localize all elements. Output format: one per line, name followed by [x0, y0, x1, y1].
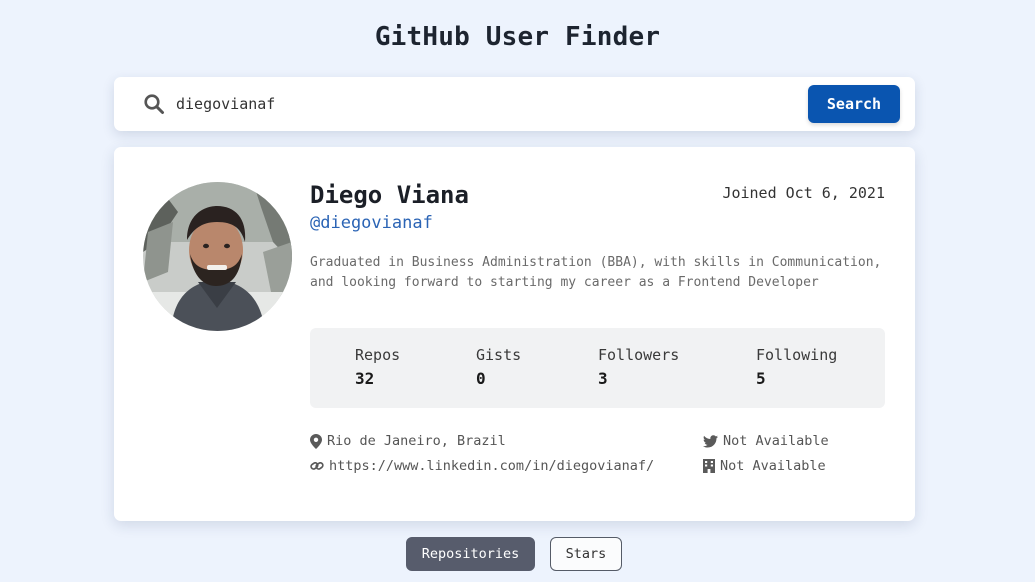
company-row: Not Available [703, 458, 826, 474]
user-bio: Graduated in Business Administration (BB… [310, 255, 882, 290]
stat-label: Gists [476, 346, 522, 364]
search-bar: Search [114, 77, 915, 131]
twitter-icon [703, 434, 718, 447]
profile-card: Diego Viana @diegovianaf Joined Oct 6, 2… [114, 147, 915, 521]
location-pin-icon [310, 433, 322, 449]
blog-link[interactable]: https://www.linkedin.com/in/diegovianaf/ [329, 458, 654, 474]
stat-following: Following 5 [756, 346, 837, 388]
stat-value: 5 [756, 369, 766, 388]
user-login-link[interactable]: @diegovianaf [310, 213, 433, 233]
avatar [143, 182, 292, 331]
tab-stars[interactable]: Stars [550, 537, 622, 571]
stat-value: 0 [476, 369, 486, 388]
twitter-row: Not Available [703, 433, 829, 449]
search-button[interactable]: Search [808, 85, 900, 123]
stat-label: Following [756, 346, 838, 364]
twitter-text: Not Available [723, 433, 829, 449]
user-name: Diego Viana [310, 181, 469, 209]
joined-date: Joined Oct 6, 2021 [722, 184, 885, 202]
stat-label: Followers [598, 346, 680, 364]
stat-repos: Repos 32 [355, 346, 400, 388]
building-icon [703, 459, 715, 473]
stats-panel: Repos 32 Gists 0 Followers 3 Following 5 [310, 328, 885, 408]
stat-followers: Followers 3 [598, 346, 679, 388]
link-icon [310, 461, 324, 470]
stat-label: Repos [355, 346, 401, 364]
app-title: GitHub User Finder [374, 22, 661, 52]
company-text: Not Available [720, 458, 826, 474]
stat-value: 3 [598, 369, 608, 388]
location-text: Rio de Janeiro, Brazil [327, 433, 506, 449]
search-input[interactable] [176, 89, 796, 119]
stat-gists: Gists 0 [476, 346, 521, 388]
location-row: Rio de Janeiro, Brazil [310, 433, 506, 449]
stat-value: 32 [355, 369, 375, 388]
blog-row: https://www.linkedin.com/in/diegovianaf/ [310, 458, 654, 474]
tab-repositories[interactable]: Repositories [406, 537, 535, 571]
search-icon [143, 93, 165, 115]
